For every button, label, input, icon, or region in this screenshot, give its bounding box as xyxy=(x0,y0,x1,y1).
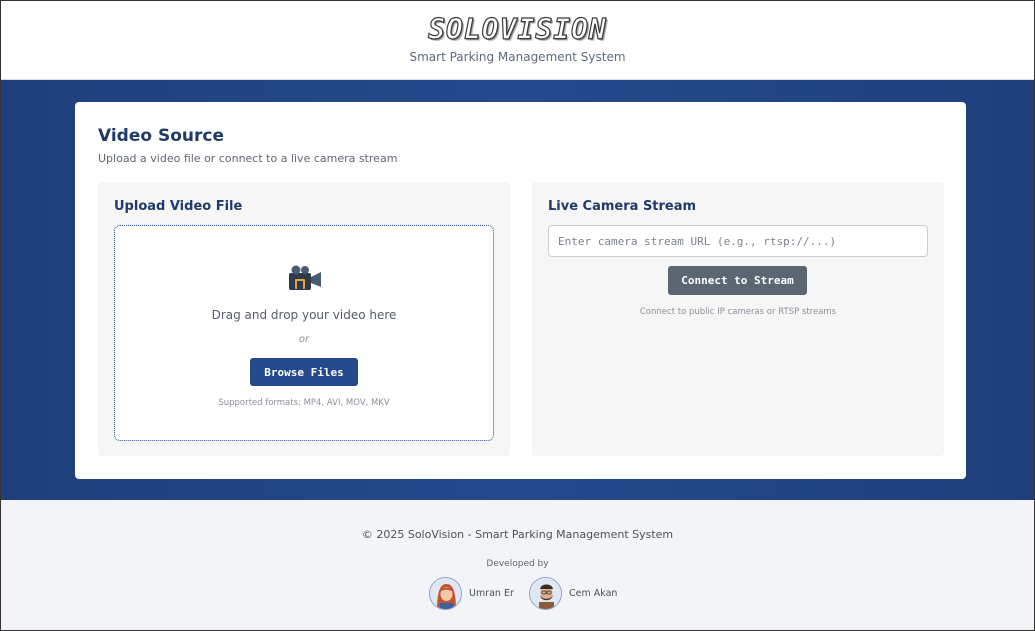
avatar-woman-icon xyxy=(429,576,462,610)
stream-panel: Live Camera Stream Connect to Stream Con… xyxy=(532,182,944,456)
avatar-man-icon xyxy=(529,576,562,610)
upload-panel-title: Upload Video File xyxy=(114,199,243,214)
main-band: Video Source Upload a video file or conn… xyxy=(1,80,1034,500)
developed-by-label: Developed by xyxy=(486,559,549,569)
stream-panel-title: Live Camera Stream xyxy=(548,199,697,214)
developer-name: Umran Er xyxy=(469,587,514,599)
dropzone-text: Drag and drop your video here xyxy=(211,308,397,322)
page-subtitle: Upload a video file or connect to a live… xyxy=(98,152,398,165)
stream-hint: Connect to public IP cameras or RTSP str… xyxy=(639,307,837,317)
app-header: SOLOVISION Smart Parking Management Syst… xyxy=(1,1,1034,80)
supported-formats: Supported formats: MP4, AVI, MOV, MKV xyxy=(218,398,390,408)
logo: SOLOVISION xyxy=(428,12,607,46)
or-separator: or xyxy=(298,334,310,345)
browse-files-button[interactable]: Browse Files xyxy=(250,358,358,386)
video-camera-icon xyxy=(289,265,321,290)
developer-name: Cem Akan xyxy=(569,587,618,599)
upload-panel: Upload Video File Drag and drop your vid… xyxy=(98,182,510,456)
developer-umran: Umran Er xyxy=(429,576,514,610)
stream-url-input[interactable] xyxy=(548,225,928,257)
video-source-card: Video Source Upload a video file or conn… xyxy=(75,102,966,479)
page-title: Video Source xyxy=(98,126,224,146)
footer: © 2025 SoloVision - Smart Parking Manage… xyxy=(1,500,1034,630)
connect-stream-button[interactable]: Connect to Stream xyxy=(668,266,807,295)
video-dropzone[interactable]: Drag and drop your video here or Browse … xyxy=(114,225,494,441)
developer-cem: Cem Akan xyxy=(529,576,617,610)
copyright: © 2025 SoloVision - Smart Parking Manage… xyxy=(361,528,674,541)
tagline: Smart Parking Management System xyxy=(409,50,626,64)
